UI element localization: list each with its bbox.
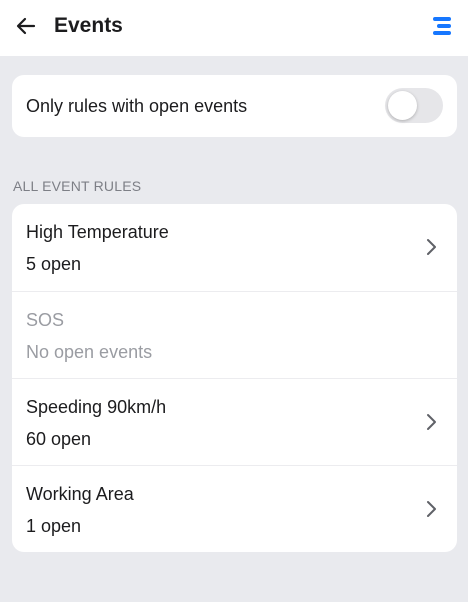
- rule-status: 60 open: [26, 429, 92, 449]
- arrow-left-icon: [16, 17, 36, 35]
- toggle-knob: [388, 91, 417, 120]
- rule-name: SOS: [26, 310, 65, 330]
- rule-row-high-temperature[interactable]: High Temperature 5 open: [12, 204, 457, 291]
- rule-status: 1 open: [26, 516, 82, 536]
- rule-name: Working Area: [26, 484, 134, 504]
- rule-status: 5 open: [26, 254, 82, 274]
- rule-name: High Temperature: [26, 222, 169, 242]
- rule-row-speeding[interactable]: Speeding 90km/h 60 open: [12, 378, 457, 465]
- rule-name: Speeding 90km/h: [26, 397, 167, 417]
- rule-row-sos: SOS No open events: [12, 291, 457, 378]
- open-events-filter-label: Only rules with open events: [26, 96, 248, 116]
- chevron-right-icon: [427, 501, 436, 517]
- open-events-toggle[interactable]: [385, 88, 443, 123]
- chevron-right-icon: [427, 239, 436, 255]
- chevron-right-icon: [427, 414, 436, 430]
- menu-icon: [433, 17, 451, 35]
- app-header: Events: [0, 0, 468, 56]
- event-rules-list: High Temperature 5 open SOS No open even…: [12, 204, 457, 552]
- back-button[interactable]: [12, 12, 40, 40]
- page-title: Events: [54, 14, 123, 37]
- menu-button[interactable]: [430, 14, 454, 38]
- section-label-all-event-rules: ALL EVENT RULES: [13, 178, 142, 194]
- rule-row-working-area[interactable]: Working Area 1 open: [12, 465, 457, 552]
- rule-status: No open events: [26, 342, 153, 362]
